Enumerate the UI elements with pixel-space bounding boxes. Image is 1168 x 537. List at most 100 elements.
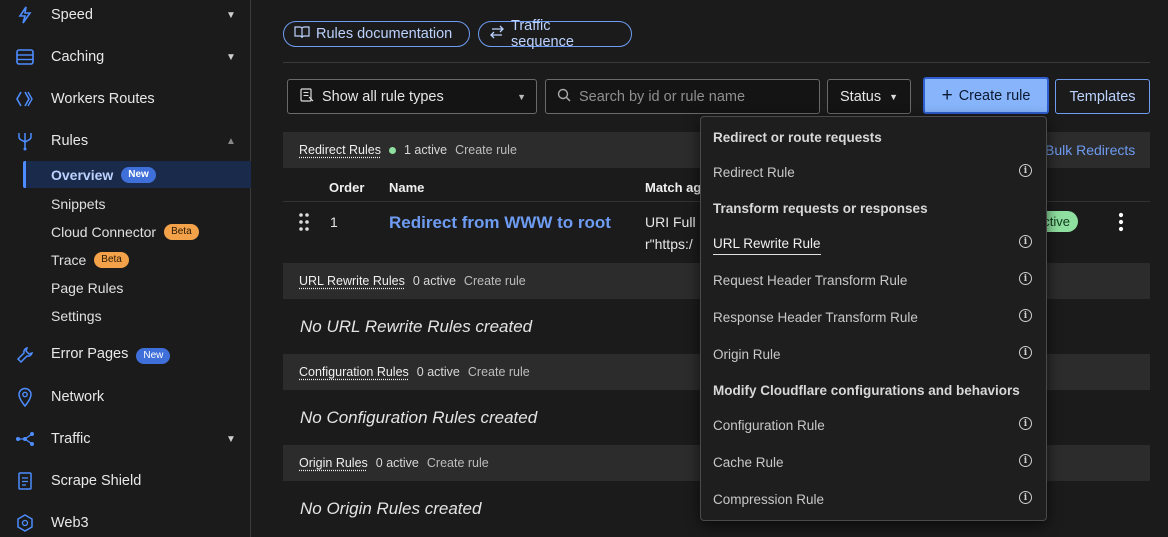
nav-sub-label: Overview <box>51 167 114 183</box>
caret-down-icon: ▼ <box>517 91 526 102</box>
nav-sub-trace[interactable]: Trace Beta <box>51 249 129 271</box>
nav-sub-label: Cloud Connector <box>51 224 157 240</box>
plus-icon: + <box>941 84 953 106</box>
rule-match-line1: URI Full <box>645 214 696 230</box>
menu-item-request-header-transform-rule[interactable]: Request Header Transform Rule <box>713 273 907 288</box>
web3-icon <box>15 513 35 533</box>
nav-sub-label: Settings <box>51 308 102 324</box>
section-title[interactable]: Configuration Rules <box>299 365 409 379</box>
search-input[interactable]: Search by id or rule name <box>545 79 820 114</box>
column-header-match[interactable]: Match ag <box>645 180 701 195</box>
kebab-menu-icon[interactable] <box>1116 212 1126 235</box>
rule-match-line2: r"https:/ <box>645 236 693 252</box>
chevron-down-icon: ▼ <box>226 51 236 63</box>
new-badge: New <box>121 167 156 183</box>
nav-traffic[interactable]: Traffic ▼ <box>0 424 250 454</box>
nav-label-text: Error Pages <box>51 346 129 362</box>
rule-type-select[interactable]: Show all rule types ▼ <box>287 79 537 114</box>
active-count: 0 active <box>416 365 460 379</box>
section-create-rule-link[interactable]: Create rule <box>427 456 489 470</box>
status-label: Status <box>840 88 882 105</box>
menu-item-origin-rule[interactable]: Origin Rule <box>713 347 781 362</box>
traffic-nodes-icon <box>15 429 35 449</box>
nav-rules[interactable]: Rules ▲ <box>0 126 250 156</box>
nav-sub-label: Page Rules <box>51 280 124 296</box>
document-shield-icon <box>15 471 35 491</box>
nav-sub-snippets[interactable]: Snippets <box>51 193 105 215</box>
nav-label: Error Pages New <box>51 346 171 364</box>
nav-speed[interactable]: Speed ▼ <box>0 0 250 30</box>
drag-handle-icon[interactable] <box>298 212 310 235</box>
info-icon[interactable]: i <box>1019 272 1032 285</box>
nav-workers-routes[interactable]: Workers Routes <box>0 84 250 114</box>
sidebar: Speed ▼ Caching ▼ Workers Routes Rules ▲… <box>0 0 251 537</box>
nav-scrape-shield[interactable]: Scrape Shield <box>0 466 250 496</box>
section-title[interactable]: Redirect Rules <box>299 143 381 157</box>
info-icon[interactable]: i <box>1019 309 1032 322</box>
nav-sub-label: Trace <box>51 252 87 268</box>
menu-group-heading: Modify Cloudflare configurations and beh… <box>713 383 1020 398</box>
rules-documentation-label: Rules documentation <box>316 26 453 42</box>
nav-sub-label: Snippets <box>51 196 106 212</box>
info-icon[interactable]: i <box>1019 454 1032 467</box>
nav-error-pages[interactable]: Error Pages New <box>0 340 250 370</box>
nav-web3[interactable]: Web3 <box>0 508 250 537</box>
menu-item-url-rewrite-rule[interactable]: URL Rewrite Rule <box>713 236 821 255</box>
database-icon <box>15 47 35 67</box>
menu-item-redirect-rule[interactable]: Redirect Rule <box>713 165 795 180</box>
section-title[interactable]: URL Rewrite Rules <box>299 274 405 288</box>
chevron-down-icon: ▼ <box>226 433 236 445</box>
active-count: 1 active <box>403 143 448 157</box>
create-rule-label: Create rule <box>958 87 1031 104</box>
column-header-name[interactable]: Name <box>389 180 424 195</box>
menu-item-configuration-rule[interactable]: Configuration Rule <box>713 418 825 433</box>
menu-group-heading: Transform requests or responses <box>713 201 928 216</box>
swap-arrows-icon <box>489 25 505 43</box>
templates-button[interactable]: Templates <box>1055 79 1150 114</box>
book-icon <box>294 25 310 43</box>
active-count: 0 active <box>375 456 419 470</box>
nav-label: Speed <box>51 7 93 23</box>
section-create-rule-link[interactable]: Create rule <box>455 143 517 157</box>
nav-label: Network <box>51 389 105 405</box>
beta-badge: Beta <box>164 224 199 240</box>
nav-caching[interactable]: Caching ▼ <box>0 42 250 72</box>
menu-item-response-header-transform-rule[interactable]: Response Header Transform Rule <box>713 310 918 325</box>
traffic-sequence-button[interactable]: Traffic sequence <box>478 18 632 50</box>
column-header-order[interactable]: Order <box>329 180 364 195</box>
nav-network[interactable]: Network <box>0 382 250 412</box>
nav-label: Rules <box>51 133 89 149</box>
filter-list-icon <box>300 87 314 106</box>
nav-sub-cloud-connector[interactable]: Cloud Connector Beta <box>51 221 199 243</box>
info-icon[interactable]: i <box>1019 491 1032 504</box>
search-placeholder: Search by id or rule name <box>579 88 746 105</box>
nav-sub-settings[interactable]: Settings <box>51 305 102 327</box>
nav-sub-page-rules[interactable]: Page Rules <box>51 277 123 299</box>
menu-item-compression-rule[interactable]: Compression Rule <box>713 492 824 507</box>
section-title[interactable]: Origin Rules <box>299 456 368 470</box>
chevron-down-icon: ▼ <box>226 9 236 21</box>
caret-down-icon: ▼ <box>889 91 898 102</box>
new-badge: New <box>136 348 171 364</box>
header-divider <box>283 62 1150 63</box>
bulk-redirects-link[interactable]: Bulk Redirects <box>1045 142 1135 158</box>
active-count: 0 active <box>412 274 456 288</box>
create-rule-button[interactable]: + Create rule <box>923 77 1049 114</box>
section-create-rule-link[interactable]: Create rule <box>468 365 530 379</box>
rule-type-value: Show all rule types <box>322 88 444 105</box>
rule-name-link[interactable]: Redirect from WWW to root <box>389 213 611 233</box>
info-icon[interactable]: i <box>1019 417 1032 430</box>
info-icon[interactable]: i <box>1019 235 1032 248</box>
nav-label: Traffic <box>51 431 91 447</box>
status-filter-select[interactable]: Status ▼ <box>827 79 911 114</box>
section-create-rule-link[interactable]: Create rule <box>464 274 526 288</box>
empty-state-text: No Origin Rules created <box>300 499 482 518</box>
info-icon[interactable]: i <box>1019 164 1032 177</box>
nav-label: Scrape Shield <box>51 473 142 489</box>
nav-sub-overview[interactable]: Overview New <box>51 164 156 186</box>
active-status-dot <box>388 146 396 154</box>
info-icon[interactable]: i <box>1019 346 1032 359</box>
workers-icon <box>15 89 35 109</box>
rules-documentation-button[interactable]: Rules documentation <box>283 21 470 47</box>
menu-item-cache-rule[interactable]: Cache Rule <box>713 455 784 470</box>
